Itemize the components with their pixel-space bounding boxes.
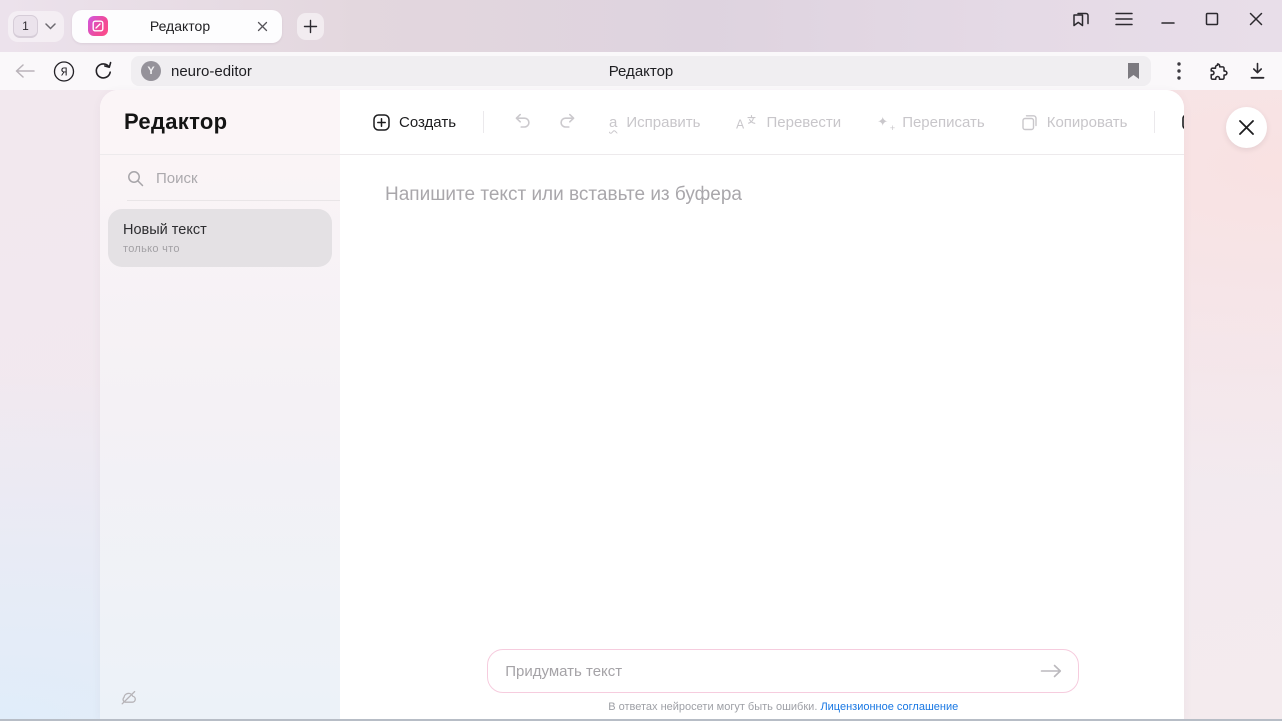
rewrite-label: Переписать [902,114,985,131]
search-input[interactable] [156,170,306,187]
cloud-off-icon[interactable] [119,689,138,706]
spellcheck-icon: a [609,115,617,130]
redo-icon[interactable] [557,111,579,133]
editor-canvas[interactable] [340,206,1184,649]
document-timestamp: только что [123,243,317,255]
sparkle-icon: ✦+ [877,114,893,130]
menu-icon[interactable] [1110,5,1138,33]
tab-title: Редактор [108,18,252,34]
rewrite-button[interactable]: ✦+ Переписать [877,114,985,131]
translate-button[interactable]: A Перевести [736,114,841,131]
create-label: Создать [399,114,456,131]
url-bar[interactable]: Y neuro-editor Редактор [131,56,1151,86]
tab-strip: 1 Редактор [0,0,1282,52]
downloads-icon[interactable] [1246,60,1268,82]
panel-layout-icon [1182,114,1184,130]
disclaimer-text: В ответах нейросети могут быть ошибки. [608,701,817,713]
more-options-icon[interactable] [1168,60,1190,82]
svg-text:Я: Я [60,66,67,78]
document-title: Новый текст [123,222,317,238]
document-list-item-selected[interactable]: Новый текст только что [108,209,332,267]
yandex-home-icon[interactable]: Я [53,60,75,82]
copy-label: Копировать [1047,114,1128,131]
bookmark-icon[interactable] [1127,63,1140,79]
ai-disclaimer: В ответах нейросети могут быть ошибки. Л… [340,701,1184,713]
maximize-button[interactable] [1198,5,1226,33]
toolbar-divider-right [1154,111,1155,133]
editor-app-card: Редактор Создать [100,90,1184,719]
reload-icon[interactable] [92,60,114,82]
new-tab-button[interactable] [297,13,324,40]
svg-text:A: A [736,117,745,131]
fix-button[interactable]: a Исправить [609,114,700,131]
url-text: neuro-editor [171,63,252,80]
minimize-button[interactable] [1154,5,1182,33]
fix-label: Исправить [626,114,700,131]
browser-window: 1 Редактор [0,0,1282,721]
ai-prompt-input[interactable] [505,663,1038,680]
editor-placeholder: Напишите текст или вставьте из буфера [385,184,1184,206]
chevron-down-icon [45,23,56,30]
tab-count: 1 [13,15,38,38]
page-background: Редактор Создать [0,90,1282,721]
license-agreement-link[interactable]: Лицензионное соглашение [820,701,958,713]
page-title: Редактор [131,63,1151,80]
tab-editor[interactable]: Редактор [72,10,282,43]
undo-redo-group [511,111,579,133]
back-icon[interactable] [14,60,36,82]
close-editor-button[interactable] [1226,107,1267,148]
app-logo: Редактор [124,109,227,135]
toolbar-divider [483,111,484,133]
text-actions-group: a Исправить A Пе [609,114,1127,131]
submit-arrow-icon[interactable] [1038,658,1064,684]
extensions-icon[interactable] [1207,60,1229,82]
translate-icon: A [736,114,757,131]
editor-main[interactable]: Напишите текст или вставьте из буфера В … [340,155,1184,719]
create-button[interactable]: Создать [373,114,456,131]
window-controls [1066,5,1270,33]
app-logo-area: Редактор [100,90,340,155]
search-icon [127,170,144,187]
side-panels-icon[interactable] [1066,5,1094,33]
tab-close-icon[interactable] [252,16,272,36]
editor-favicon-icon [88,16,108,36]
copy-icon [1021,114,1038,131]
editor-toolbar: Создать [340,90,1184,155]
undo-icon[interactable] [511,111,533,133]
close-icon [1238,119,1255,136]
translate-label: Перевести [766,114,841,131]
split-panel-toggle[interactable] [1182,114,1184,130]
plus-icon [303,19,318,34]
plus-square-icon [373,114,390,131]
sidebar-divider [127,200,340,201]
close-window-button[interactable] [1242,5,1270,33]
ai-prompt-bar[interactable] [487,649,1079,693]
tab-counter-dropdown[interactable]: 1 [8,11,64,42]
copy-button[interactable]: Копировать [1021,114,1128,131]
search-row[interactable] [100,155,340,200]
address-bar: Я Y neuro-editor Редактор [0,52,1282,90]
sidebar: Новый текст только что [100,155,340,719]
